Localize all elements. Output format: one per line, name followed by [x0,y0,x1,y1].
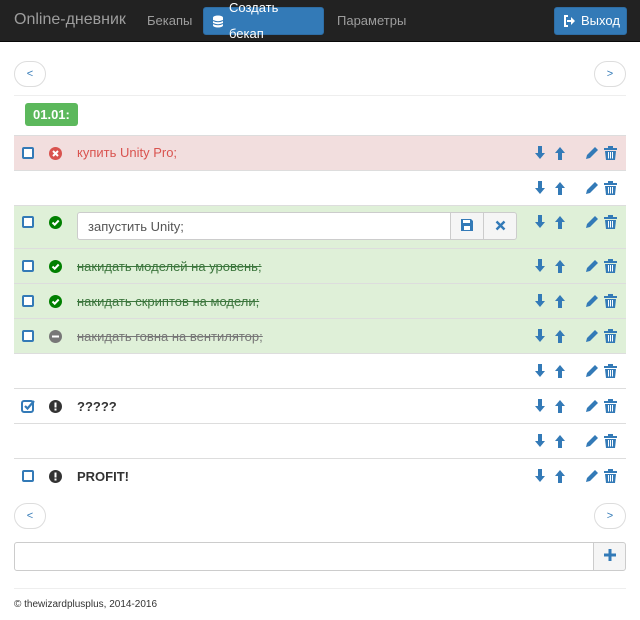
nav-backups-link[interactable]: Бекапы [147,13,192,28]
create-backup-label: Создать бекап [229,0,279,41]
move-up-icon[interactable] [553,434,567,448]
done-status-icon[interactable] [49,216,62,229]
todo-checkbox[interactable] [22,470,34,482]
delete-trash-icon[interactable] [604,215,618,229]
prev-page-button-bottom[interactable]: < [14,503,46,529]
todo-row [14,353,626,388]
move-up-icon[interactable] [553,259,567,273]
move-up-icon[interactable] [553,364,567,378]
move-down-icon[interactable] [533,329,547,343]
edit-pencil-icon[interactable] [585,364,599,378]
move-up-icon[interactable] [553,215,567,229]
todo-edit-input[interactable] [77,212,451,240]
move-down-icon[interactable] [533,294,547,308]
edit-pencil-icon[interactable] [585,146,599,160]
move-down-icon[interactable] [533,146,547,160]
edit-pencil-icon[interactable] [585,181,599,195]
move-up-icon[interactable] [553,329,567,343]
failed-status-icon[interactable] [49,147,62,160]
todo-row [14,170,626,205]
move-up-icon[interactable] [553,469,567,483]
delete-trash-icon[interactable] [604,434,618,448]
edit-pencil-icon[interactable] [585,259,599,273]
delete-trash-icon[interactable] [604,181,618,195]
todo-row: купить Unity Pro; [14,135,626,170]
date-label: 01.01: [25,103,78,126]
create-backup-button[interactable]: Создать бекап [203,0,324,41]
important-status-icon[interactable] [49,400,62,413]
cancel-edit-button[interactable] [483,212,517,240]
save-icon [461,218,473,234]
move-down-icon[interactable] [533,259,547,273]
todo-checkbox[interactable] [22,330,34,342]
delete-trash-icon[interactable] [604,364,618,378]
canceled-status-icon[interactable] [49,330,62,343]
move-down-icon[interactable] [533,434,547,448]
plus-icon [603,549,616,564]
todo-text: купить Unity Pro; [77,145,178,160]
todo-checkbox[interactable] [22,147,34,159]
todo-row: ????? [14,388,626,423]
prev-page-button[interactable]: < [14,61,46,87]
add-todo-button[interactable] [593,542,626,571]
move-down-icon[interactable] [533,364,547,378]
save-edit-button[interactable] [450,212,484,240]
important-status-icon[interactable] [49,470,62,483]
done-status-icon[interactable] [49,260,62,273]
edit-pencil-icon[interactable] [585,434,599,448]
delete-trash-icon[interactable] [604,146,618,160]
todo-row: PROFIT! [14,458,626,493]
todo-row-editing [14,205,626,248]
delete-trash-icon[interactable] [604,399,618,413]
delete-trash-icon[interactable] [604,329,618,343]
delete-trash-icon[interactable] [604,259,618,273]
edit-pencil-icon[interactable] [585,399,599,413]
todo-row: накидать моделей на уровень; [14,248,626,283]
logout-icon [563,15,576,27]
edit-pencil-icon[interactable] [585,329,599,343]
database-icon [212,15,224,28]
move-up-icon[interactable] [553,181,567,195]
logout-button[interactable]: Выход [554,7,627,35]
move-down-icon[interactable] [533,399,547,413]
divider [14,95,626,96]
new-todo-input[interactable] [14,542,594,571]
todo-text: накидать моделей на уровень; [77,259,262,274]
delete-trash-icon[interactable] [604,294,618,308]
todo-checkbox[interactable] [22,295,34,307]
next-page-button[interactable]: > [594,61,626,87]
move-up-icon[interactable] [553,146,567,160]
move-down-icon[interactable] [533,215,547,229]
delete-trash-icon[interactable] [604,469,618,483]
footer-divider [14,588,626,589]
close-icon [495,219,506,234]
checked-checkbox-icon[interactable] [21,399,36,417]
todo-row [14,423,626,458]
next-page-button-bottom[interactable]: > [594,503,626,529]
move-up-icon[interactable] [553,294,567,308]
todo-row: накидать скриптов на модели; [14,283,626,318]
todo-text: накидать говна на вентилятор; [77,329,263,344]
nav-settings-link[interactable]: Параметры [337,13,406,28]
todo-text: накидать скриптов на модели; [77,294,260,309]
todo-checkbox[interactable] [22,216,34,228]
move-up-icon[interactable] [553,399,567,413]
done-status-icon[interactable] [49,295,62,308]
brand-link[interactable]: Online-дневник [14,11,126,29]
todo-text: ????? [77,399,117,414]
footer-text: © thewizardplusplus, 2014-2016 [14,599,158,610]
edit-pencil-icon[interactable] [585,294,599,308]
move-down-icon[interactable] [533,181,547,195]
todo-checkbox[interactable] [22,260,34,272]
edit-pencil-icon[interactable] [585,215,599,229]
todo-row: накидать говна на вентилятор; [14,318,626,353]
logout-label: Выход [581,13,620,28]
todo-text: PROFIT! [77,469,129,484]
edit-pencil-icon[interactable] [585,469,599,483]
move-down-icon[interactable] [533,469,547,483]
navbar: Online-дневник Бекапы Создать бекап Пара… [0,0,640,42]
